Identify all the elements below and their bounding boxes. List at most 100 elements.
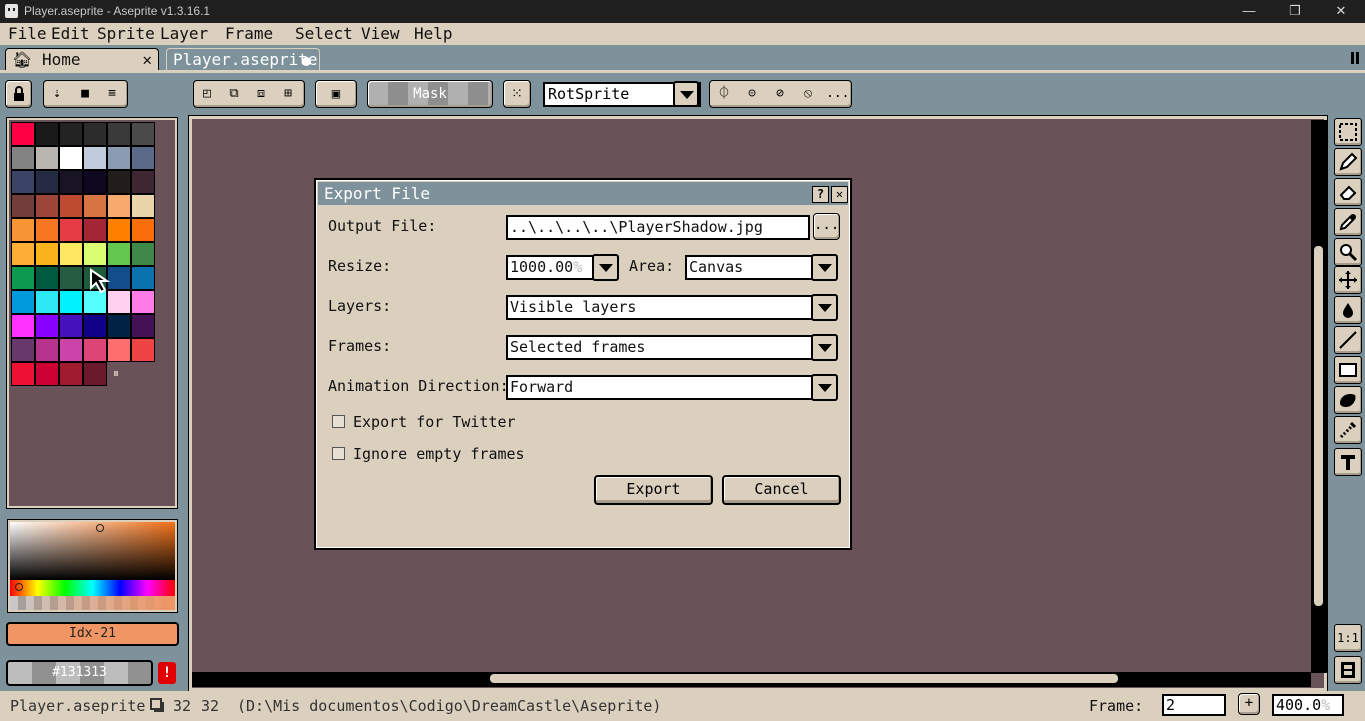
palette-swatch[interactable] <box>83 218 107 242</box>
palette-swatch[interactable] <box>83 314 107 338</box>
rotation-algorithm-dropdown-icon[interactable] <box>673 81 699 107</box>
tab-menu-icon[interactable] <box>1351 52 1359 64</box>
paint-bucket-tool[interactable] <box>1334 296 1362 324</box>
color-picker[interactable] <box>7 519 178 613</box>
add-frame-button[interactable]: + <box>1238 693 1260 715</box>
palette-swatch[interactable] <box>11 194 35 218</box>
palette-resize-handle-icon[interactable]: ⏸ <box>113 366 119 381</box>
menu-select[interactable]: Select <box>295 24 353 44</box>
menu-file[interactable]: File <box>8 24 47 44</box>
cancel-button[interactable]: Cancel <box>722 475 841 505</box>
palette-swatch[interactable] <box>35 170 59 194</box>
text-tool[interactable] <box>1334 448 1362 476</box>
palette-swatch[interactable] <box>35 338 59 362</box>
line-tool[interactable] <box>1334 326 1362 354</box>
palette-swatch[interactable] <box>83 194 107 218</box>
snap-icon[interactable]: ⦸ <box>798 84 818 104</box>
menu-layer[interactable]: Layer <box>160 24 208 44</box>
export-for-twitter-checkbox[interactable] <box>332 415 345 428</box>
palette-index-button[interactable]: Idx-21 <box>6 622 179 646</box>
rectangle-tool[interactable] <box>1334 356 1362 384</box>
palette-swatch[interactable] <box>35 266 59 290</box>
pencil-tool[interactable] <box>1334 148 1362 176</box>
move-tool[interactable] <box>1334 266 1362 294</box>
palette-swatch[interactable] <box>35 122 59 146</box>
zoom-tool[interactable] <box>1334 238 1362 266</box>
tab-home[interactable]: 🏠︎ Home ✕ <box>5 48 159 72</box>
layers-dropdown-icon[interactable] <box>811 294 838 321</box>
rotate-icon[interactable]: ⊘ <box>770 84 790 104</box>
palette-swatch[interactable] <box>83 170 107 194</box>
minimize-button[interactable]: — <box>1226 0 1272 23</box>
palette-swatch[interactable] <box>35 146 59 170</box>
help-icon[interactable]: ? <box>812 186 829 203</box>
palette-swatch[interactable] <box>59 170 83 194</box>
horizontal-scroll-thumb[interactable] <box>490 674 1118 683</box>
background-color-button[interactable]: #131313 <box>6 660 153 686</box>
hue-slider[interactable] <box>10 580 175 596</box>
palette-swatch[interactable] <box>59 146 83 170</box>
alpha-slider[interactable] <box>10 596 175 610</box>
resize-dropdown-icon[interactable] <box>592 254 619 281</box>
saturation-value-area[interactable] <box>10 522 175 580</box>
palette-swatch[interactable] <box>59 314 83 338</box>
unsaved-dot-icon[interactable] <box>302 57 311 66</box>
menu-edit[interactable]: Edit <box>51 24 90 44</box>
zoom-one-to-one-button[interactable]: 1:1 <box>1334 624 1362 652</box>
animation-direction-select[interactable]: Forward <box>506 375 813 400</box>
dialog-titlebar[interactable]: Export File ? ✕ <box>318 182 848 205</box>
palette-swatch[interactable] <box>131 266 155 290</box>
palette-swatch[interactable] <box>131 122 155 146</box>
palette-swatch[interactable] <box>83 146 107 170</box>
flip-vertical-icon[interactable]: ⊝ <box>742 84 762 104</box>
rectangular-marquee-tool[interactable] <box>1334 118 1362 146</box>
export-for-twitter-label[interactable]: Export for Twitter <box>353 413 516 431</box>
tab-close-icon[interactable]: ✕ <box>142 49 152 71</box>
palette-swatch[interactable] <box>131 314 155 338</box>
close-window-button[interactable]: ✕ <box>1318 0 1364 23</box>
maximize-button[interactable]: ❐ <box>1272 0 1318 23</box>
palette-swatch[interactable] <box>11 290 35 314</box>
palette-swatch[interactable] <box>107 194 131 218</box>
palette-swatch[interactable] <box>83 242 107 266</box>
browse-file-button[interactable]: ... <box>813 213 840 240</box>
subtract-selection-icon[interactable]: ⧈ <box>251 84 271 104</box>
palette-swatch[interactable] <box>59 362 83 386</box>
palette-swatch[interactable] <box>107 122 131 146</box>
palette-swatch[interactable] <box>83 362 107 386</box>
more-options-button[interactable]: ... <box>826 84 849 104</box>
menu-frame[interactable]: Frame <box>225 24 273 44</box>
palette-swatch[interactable] <box>59 290 83 314</box>
palette-swatch[interactable] <box>107 338 131 362</box>
palette-swatch[interactable] <box>131 242 155 266</box>
dialog-close-icon[interactable]: ✕ <box>831 186 848 203</box>
contour-tool[interactable] <box>1334 386 1362 414</box>
pivot-button[interactable]: ⁙ <box>503 80 531 108</box>
output-file-input[interactable]: ..\..\..\..\PlayerShadow.jpg <box>506 215 810 240</box>
hue-handle-icon[interactable] <box>15 583 23 591</box>
vertical-scroll-thumb[interactable] <box>1314 246 1323 606</box>
palette-swatch[interactable] <box>11 218 35 242</box>
area-select[interactable]: Canvas <box>685 255 813 280</box>
frames-select[interactable]: Selected frames <box>506 335 813 360</box>
menu-view[interactable]: View <box>361 24 400 44</box>
palette-swatch[interactable] <box>11 338 35 362</box>
palette-swatch[interactable] <box>59 242 83 266</box>
menu-help[interactable]: Help <box>414 24 453 44</box>
palette-swatch[interactable] <box>59 266 83 290</box>
palette-swatch[interactable] <box>11 242 35 266</box>
palette-swatch[interactable] <box>131 290 155 314</box>
intersect-selection-icon[interactable]: ⊞ <box>278 84 298 104</box>
palette-swatch[interactable] <box>11 314 35 338</box>
palette-swatch[interactable] <box>11 122 35 146</box>
sv-handle-icon[interactable] <box>96 524 104 532</box>
palette-swatch[interactable] <box>35 242 59 266</box>
zoom-input[interactable]: 400.0% <box>1272 694 1344 716</box>
palette-swatch[interactable] <box>11 266 35 290</box>
palette-swatch[interactable] <box>35 314 59 338</box>
palette-swatch[interactable] <box>83 122 107 146</box>
menu-sprite[interactable]: Sprite <box>97 24 155 44</box>
options-menu-icon[interactable]: ≡ <box>102 84 122 104</box>
frame-input[interactable]: 2 <box>1162 694 1226 716</box>
palette-swatch[interactable] <box>131 338 155 362</box>
